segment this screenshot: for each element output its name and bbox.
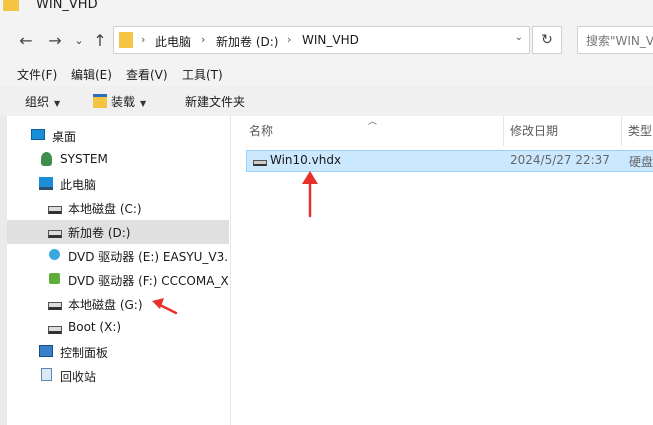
breadcrumb-separator[interactable]: ›: [141, 33, 145, 46]
control-panel-icon: [39, 345, 53, 357]
breadcrumb-separator[interactable]: ›: [201, 33, 205, 46]
annotation-arrow-up-icon: [302, 171, 318, 218]
column-header-modified[interactable]: 修改日期: [510, 122, 558, 139]
desktop-icon: [31, 129, 45, 140]
sidebar-item-system[interactable]: SYSTEM: [7, 148, 229, 172]
sidebar-item-label: 新加卷 (D:): [68, 226, 131, 240]
breadcrumb-separator[interactable]: ›: [287, 33, 291, 46]
new-folder-button[interactable]: 新建文件夹: [185, 93, 245, 110]
menu-bar: 文件(F) 编辑(E) 查看(V) 工具(T): [0, 60, 653, 86]
forward-button[interactable]: →: [44, 30, 66, 52]
sidebar-item-dvd-e[interactable]: DVD 驱动器 (E:) EASYU_V3.7: [7, 244, 229, 268]
command-bar: 组织 ▼ 装载 ▼ 新建文件夹: [0, 86, 653, 117]
sidebar-item-drive-d[interactable]: 新加卷 (D:): [7, 220, 229, 244]
mount-label: 装载: [111, 95, 136, 109]
caret-down-icon: ▼: [54, 99, 61, 108]
folder-icon: [119, 32, 133, 48]
sidebar-item-recycle-bin[interactable]: 回收站: [7, 364, 229, 388]
recent-locations-button[interactable]: ⌄: [68, 30, 90, 52]
vhd-file-icon: [253, 160, 267, 166]
breadcrumb-this-pc[interactable]: 此电脑: [155, 33, 191, 50]
menu-view[interactable]: 查看(V): [126, 66, 168, 83]
file-name: Win10.vhdx: [270, 153, 342, 167]
drive-icon: [48, 302, 62, 310]
file-list-pane: ︿ 名称 修改日期 类型 Win10.vhdx 2024/5/27 22:37 …: [231, 116, 653, 425]
sidebar-item-label: DVD 驱动器 (F:) CCCOMA_X6: [68, 274, 228, 288]
window-title: WIN_VHD: [36, 0, 98, 12]
organize-button[interactable]: 组织 ▼: [25, 93, 60, 110]
sidebar-item-dvd-f[interactable]: DVD 驱动器 (F:) CCCOMA_X6: [7, 268, 229, 292]
sidebar-item-desktop[interactable]: 桌面: [7, 124, 229, 148]
file-modified-date: 2024/5/27 22:37: [510, 153, 610, 167]
column-header-type[interactable]: 类型: [628, 122, 652, 139]
address-bar[interactable]: › 此电脑 › 新加卷 (D:) › WIN_VHD ⌄: [113, 26, 530, 54]
title-bar: WIN_VHD: [0, 0, 653, 22]
sort-ascending-icon: ︿: [368, 117, 378, 127]
column-divider[interactable]: [503, 116, 504, 146]
mount-button[interactable]: 装载 ▼: [93, 93, 146, 110]
refresh-button[interactable]: ↻: [532, 26, 562, 54]
sidebar-item-boot-x[interactable]: Boot (X:): [7, 316, 229, 340]
sidebar-item-label: DVD 驱动器 (E:) EASYU_V3.7: [68, 250, 228, 264]
mount-icon: [93, 94, 107, 108]
breadcrumb-drive-d[interactable]: 新加卷 (D:): [216, 33, 278, 50]
computer-icon: [39, 177, 53, 190]
navigation-bar: ← → ⌄ ↑ › 此电脑 › 新加卷 (D:) › WIN_VHD ⌄ ↻ 搜…: [0, 22, 653, 60]
sidebar-item-label: 回收站: [60, 370, 97, 384]
sidebar-item-label: Boot (X:): [68, 320, 122, 334]
column-header-name[interactable]: 名称: [249, 122, 273, 139]
sidebar-item-control-panel[interactable]: 控制面板: [7, 340, 229, 364]
back-button[interactable]: ←: [15, 30, 37, 52]
drive-icon: [48, 230, 62, 238]
file-type: 硬盘: [629, 155, 653, 169]
breadcrumb-win-vhd[interactable]: WIN_VHD: [302, 33, 359, 47]
dvd-icon: [49, 273, 60, 284]
sidebar-item-label: 桌面: [52, 130, 77, 144]
menu-file[interactable]: 文件(F): [17, 66, 57, 83]
sidebar-item-label: 本地磁盘 (G:): [68, 298, 143, 312]
sidebar-item-label: 此电脑: [60, 178, 97, 192]
caret-down-icon: ▼: [140, 99, 147, 108]
drive-icon: [48, 206, 62, 214]
search-input[interactable]: 搜索"WIN_VHD": [577, 26, 653, 54]
annotation-arrow-left-icon: [152, 298, 178, 315]
user-icon: [41, 152, 52, 166]
chevron-down-icon[interactable]: ⌄: [515, 32, 523, 43]
menu-edit[interactable]: 编辑(E): [71, 66, 112, 83]
pane-edge: [0, 116, 7, 425]
sidebar-item-label: 本地磁盘 (C:): [68, 202, 142, 216]
dvd-icon: [49, 249, 60, 260]
organize-label: 组织: [25, 95, 50, 109]
sidebar-item-label: 控制面板: [60, 346, 109, 360]
drive-icon: [48, 326, 62, 334]
folder-icon: [3, 0, 19, 11]
sidebar-item-drive-c[interactable]: 本地磁盘 (C:): [7, 196, 229, 220]
column-divider[interactable]: [621, 116, 622, 146]
up-button[interactable]: ↑: [89, 30, 111, 52]
sidebar-item-this-pc[interactable]: 此电脑: [7, 172, 229, 196]
sidebar-item-label: SYSTEM: [60, 152, 108, 166]
recycle-bin-icon: [41, 368, 52, 381]
menu-tools[interactable]: 工具(T): [182, 66, 223, 83]
sidebar-item-drive-g[interactable]: 本地磁盘 (G:): [7, 292, 229, 316]
